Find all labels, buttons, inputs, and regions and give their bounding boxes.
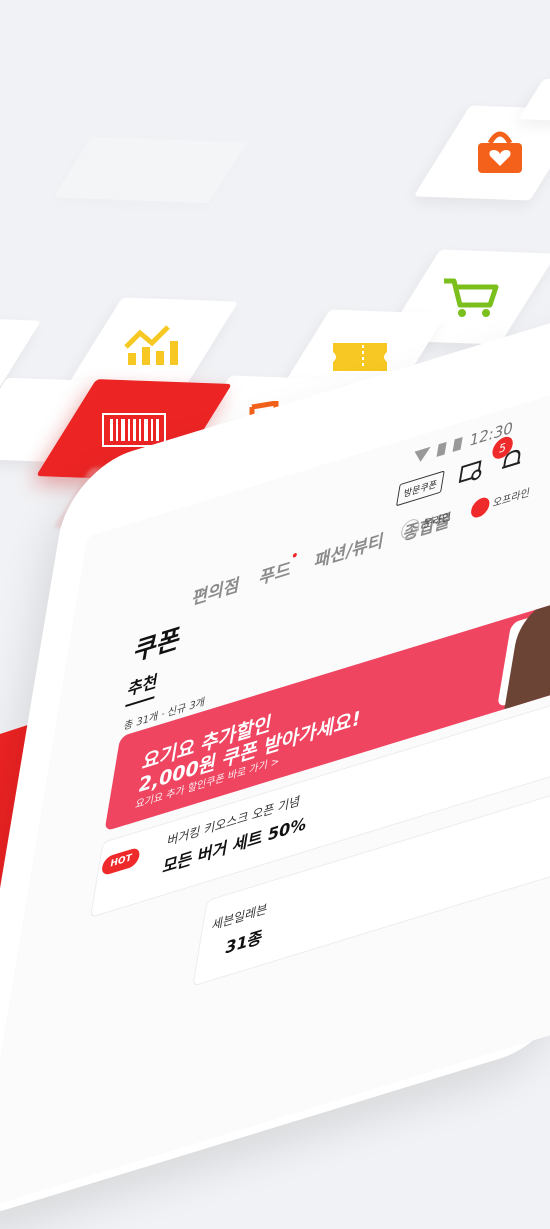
top-right-edge-tile (518, 78, 550, 122)
battery-icon (452, 436, 463, 453)
gift-bag-icon (478, 131, 522, 173)
tab-recommended[interactable]: 추천 (125, 666, 160, 708)
tab-fashion-beauty[interactable]: 패션/뷰티 (313, 525, 386, 573)
faded-tile (53, 136, 247, 204)
shopping-cart-icon (444, 278, 499, 317)
ticket-icon (333, 343, 387, 371)
offline-filter[interactable]: 오프라인 (469, 483, 531, 520)
offline-filter-label: 오프라인 (491, 487, 531, 511)
signal-icon (436, 441, 447, 457)
visit-coupon-button[interactable]: 방문쿠폰 (396, 469, 445, 506)
coupon-search-icon[interactable] (457, 457, 487, 488)
sub-tabs: 추천 (125, 666, 160, 708)
gift-tile (413, 105, 550, 201)
tab-food[interactable]: 푸드 (257, 552, 298, 590)
tab-convenience-store[interactable]: 편의점 (191, 569, 242, 610)
chart-icon (124, 325, 178, 365)
wifi-icon (412, 446, 431, 465)
tab-food-label: 푸드 (257, 558, 293, 590)
page-title: 쿠폰 (131, 622, 184, 668)
barcode-icon (102, 413, 166, 447)
new-dot (292, 552, 298, 558)
chart-tile (65, 297, 239, 393)
